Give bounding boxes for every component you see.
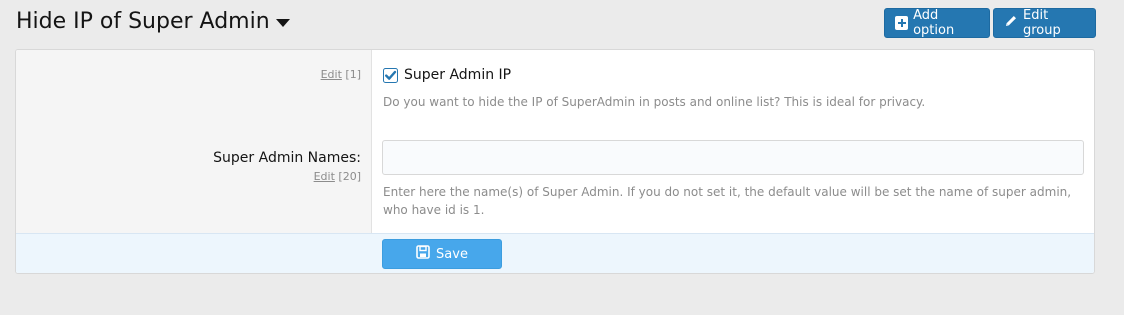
edit-group-button[interactable]: Edit group: [993, 8, 1096, 38]
super-admin-names-edit: Edit [20]: [314, 170, 361, 183]
save-label: Save: [436, 246, 468, 262]
super-admin-ip-edit-link[interactable]: Edit: [321, 68, 342, 81]
super-admin-ip-hint: Do you want to hide the IP of SuperAdmin…: [383, 95, 926, 109]
super-admin-ip-label: Super Admin IP: [404, 67, 512, 83]
super-admin-names-edit-link[interactable]: Edit: [314, 170, 335, 183]
save-button[interactable]: Save: [382, 239, 502, 269]
add-option-label: Add option: [913, 8, 955, 38]
add-option-button[interactable]: Add option: [884, 8, 990, 38]
form-footer: Save: [16, 233, 1094, 273]
caret-down-icon: [275, 18, 290, 27]
super-admin-names-label: Super Admin Names:: [213, 150, 361, 166]
pencil-icon: [1004, 14, 1018, 32]
plus-square-icon: [895, 16, 909, 30]
label-column: Edit [1] Super Admin Names: Edit [20]: [16, 50, 372, 233]
super-admin-names-input[interactable]: [382, 140, 1084, 175]
super-admin-ip-edit-count: [1]: [345, 68, 361, 81]
super-admin-ip-edit: Edit [1]: [321, 68, 361, 81]
super-admin-ip-checkbox-row[interactable]: Super Admin IP: [383, 67, 511, 83]
super-admin-ip-checkbox[interactable]: [383, 67, 398, 83]
edit-group-label: Edit group: [1023, 8, 1061, 38]
options-panel: Edit [1] Super Admin Names: Edit [20] Su…: [15, 49, 1095, 274]
page-title-dropdown[interactable]: Hide IP of Super Admin: [16, 9, 290, 34]
save-icon: [416, 245, 430, 263]
page-title: Hide IP of Super Admin: [16, 9, 270, 34]
super-admin-names-hint: Enter here the name(s) of Super Admin. I…: [383, 185, 1072, 217]
super-admin-names-edit-count: [20]: [338, 170, 361, 183]
